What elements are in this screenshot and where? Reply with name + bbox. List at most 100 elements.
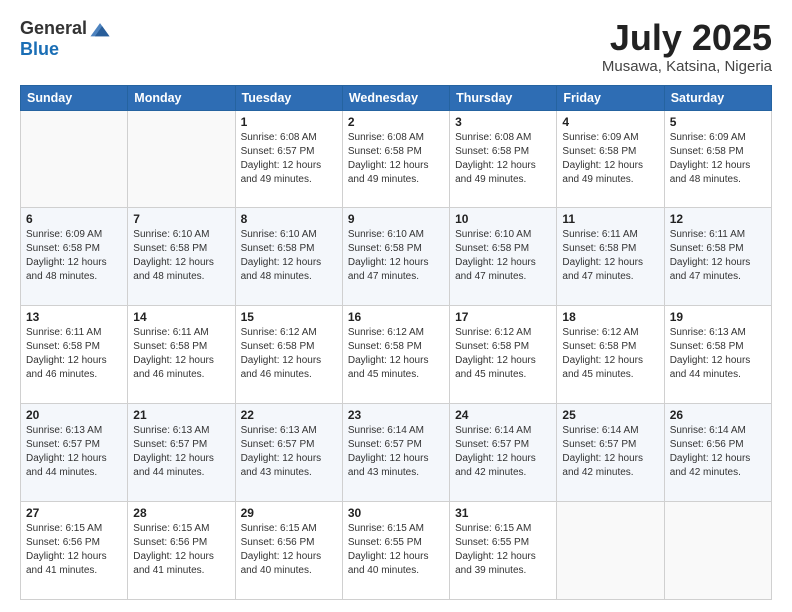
day-info: Sunrise: 6:13 AMSunset: 6:57 PMDaylight:… — [241, 424, 337, 480]
calendar-day-cell: 29 Sunrise: 6:15 AMSunset: 6:56 PMDayligh… — [235, 502, 342, 600]
calendar-week-row: 20 Sunrise: 6:13 AMSunset: 6:57 PMDayligh… — [21, 404, 772, 502]
calendar-day-cell — [21, 110, 128, 208]
logo-general-text: General — [20, 19, 87, 39]
calendar-day-cell: 14Sunrise: 6:11 AMSunset: 6:58 PMDayligh… — [128, 306, 235, 404]
day-info: Sunrise: 6:12 AMSunset: 6:58 PMDaylight:… — [241, 326, 337, 382]
calendar-weekday-header: Monday — [128, 85, 235, 110]
day-info: Sunrise: 6:14 AMSunset: 6:56 PMDaylight:… — [670, 424, 766, 480]
calendar-day-cell: 13 Sunrise: 6:11 AMSunset: 6:58 PMDayligh… — [21, 306, 128, 404]
calendar-day-cell: 7 Sunrise: 6:10 AMSunset: 6:58 PMDaylight… — [128, 208, 235, 306]
calendar-day-cell: 4 Sunrise: 6:09 AMSunset: 6:58 PMDaylight… — [557, 110, 664, 208]
calendar-day-cell: 17 Sunrise: 6:12 AMSunset: 6:58 PMDayligh… — [450, 306, 557, 404]
title-block: July 2025 Musawa, Katsina, Nigeria — [602, 18, 772, 75]
day-number: 10 — [455, 212, 551, 226]
calendar-day-cell: 31 Sunrise: 6:15 AMSunset: 6:55 PMDayligh… — [450, 502, 557, 600]
day-info: Sunrise: 6:15 AMSunset: 6:55 PMDaylight:… — [348, 522, 444, 578]
calendar-day-cell: 18Sunrise: 6:12 AMSunset: 6:58 PMDayligh… — [557, 306, 664, 404]
calendar-day-cell: 5Sunrise: 6:09 AMSunset: 6:58 PMDaylight… — [664, 110, 771, 208]
calendar-day-cell: 30Sunrise: 6:15 AMSunset: 6:55 PMDayligh… — [342, 502, 449, 600]
day-info: Sunrise: 6:09 AMSunset: 6:58 PMDaylight:… — [26, 228, 122, 284]
month-title: July 2025 — [602, 18, 772, 58]
logo: General Blue — [20, 18, 111, 60]
day-number: 18 — [562, 310, 658, 324]
calendar-header-row: SundayMondayTuesdayWednesdayThursdayFrid… — [21, 85, 772, 110]
day-info: Sunrise: 6:15 AMSunset: 6:56 PMDaylight:… — [241, 522, 337, 578]
day-number: 31 — [455, 506, 551, 520]
day-info: Sunrise: 6:14 AMSunset: 6:57 PMDaylight:… — [455, 424, 551, 480]
day-info: Sunrise: 6:08 AMSunset: 6:58 PMDaylight:… — [348, 131, 444, 187]
day-number: 28 — [133, 506, 229, 520]
calendar-day-cell: 16Sunrise: 6:12 AMSunset: 6:58 PMDayligh… — [342, 306, 449, 404]
calendar-day-cell: 22Sunrise: 6:13 AMSunset: 6:57 PMDayligh… — [235, 404, 342, 502]
day-number: 17 — [455, 310, 551, 324]
calendar-day-cell: 23Sunrise: 6:14 AMSunset: 6:57 PMDayligh… — [342, 404, 449, 502]
calendar-day-cell: 8 Sunrise: 6:10 AMSunset: 6:58 PMDaylight… — [235, 208, 342, 306]
calendar-week-row: 1Sunrise: 6:08 AMSunset: 6:57 PMDaylight… — [21, 110, 772, 208]
day-info: Sunrise: 6:15 AMSunset: 6:56 PMDaylight:… — [26, 522, 122, 578]
day-info: Sunrise: 6:13 AMSunset: 6:57 PMDaylight:… — [26, 424, 122, 480]
day-info: Sunrise: 6:12 AMSunset: 6:58 PMDaylight:… — [455, 326, 551, 382]
calendar-day-cell — [664, 502, 771, 600]
day-number: 24 — [455, 408, 551, 422]
day-info: Sunrise: 6:14 AMSunset: 6:57 PMDaylight:… — [348, 424, 444, 480]
page: General Blue July 2025 Musawa, Katsina, … — [0, 0, 792, 612]
day-number: 7 — [133, 212, 229, 226]
calendar-day-cell: 21 Sunrise: 6:13 AMSunset: 6:57 PMDayligh… — [128, 404, 235, 502]
header: General Blue July 2025 Musawa, Katsina, … — [20, 18, 772, 75]
day-info: Sunrise: 6:10 AMSunset: 6:58 PMDaylight:… — [133, 228, 229, 284]
calendar-week-row: 6 Sunrise: 6:09 AMSunset: 6:58 PMDaylight… — [21, 208, 772, 306]
day-info: Sunrise: 6:09 AMSunset: 6:58 PMDaylight:… — [562, 131, 658, 187]
calendar-day-cell: 28Sunrise: 6:15 AMSunset: 6:56 PMDayligh… — [128, 502, 235, 600]
day-number: 9 — [348, 212, 444, 226]
calendar-day-cell: 1Sunrise: 6:08 AMSunset: 6:57 PMDaylight… — [235, 110, 342, 208]
day-info: Sunrise: 6:10 AMSunset: 6:58 PMDaylight:… — [241, 228, 337, 284]
calendar-week-row: 13 Sunrise: 6:11 AMSunset: 6:58 PMDayligh… — [21, 306, 772, 404]
day-number: 2 — [348, 115, 444, 129]
calendar-day-cell: 15Sunrise: 6:12 AMSunset: 6:58 PMDayligh… — [235, 306, 342, 404]
day-number: 29 — [241, 506, 337, 520]
day-info: Sunrise: 6:10 AMSunset: 6:58 PMDaylight:… — [455, 228, 551, 284]
day-info: Sunrise: 6:12 AMSunset: 6:58 PMDaylight:… — [348, 326, 444, 382]
day-info: Sunrise: 6:11 AMSunset: 6:58 PMDaylight:… — [133, 326, 229, 382]
calendar-weekday-header: Tuesday — [235, 85, 342, 110]
calendar-day-cell: 24 Sunrise: 6:14 AMSunset: 6:57 PMDayligh… — [450, 404, 557, 502]
day-info: Sunrise: 6:08 AMSunset: 6:57 PMDaylight:… — [241, 131, 337, 187]
day-info: Sunrise: 6:11 AMSunset: 6:58 PMDaylight:… — [26, 326, 122, 382]
calendar-week-row: 27 Sunrise: 6:15 AMSunset: 6:56 PMDayligh… — [21, 502, 772, 600]
calendar-day-cell — [557, 502, 664, 600]
calendar-weekday-header: Friday — [557, 85, 664, 110]
calendar-day-cell: 6 Sunrise: 6:09 AMSunset: 6:58 PMDaylight… — [21, 208, 128, 306]
day-info: Sunrise: 6:10 AMSunset: 6:58 PMDaylight:… — [348, 228, 444, 284]
day-number: 20 — [26, 408, 122, 422]
calendar-day-cell: 26 Sunrise: 6:14 AMSunset: 6:56 PMDayligh… — [664, 404, 771, 502]
day-info: Sunrise: 6:15 AMSunset: 6:55 PMDaylight:… — [455, 522, 551, 578]
day-number: 8 — [241, 212, 337, 226]
day-number: 4 — [562, 115, 658, 129]
calendar-day-cell: 9 Sunrise: 6:10 AMSunset: 6:58 PMDaylight… — [342, 208, 449, 306]
day-info: Sunrise: 6:13 AMSunset: 6:57 PMDaylight:… — [133, 424, 229, 480]
day-info: Sunrise: 6:09 AMSunset: 6:58 PMDaylight:… — [670, 131, 766, 187]
calendar-day-cell — [128, 110, 235, 208]
calendar-day-cell: 3Sunrise: 6:08 AMSunset: 6:58 PMDaylight… — [450, 110, 557, 208]
calendar-day-cell: 27 Sunrise: 6:15 AMSunset: 6:56 PMDayligh… — [21, 502, 128, 600]
day-number: 19 — [670, 310, 766, 324]
calendar-table: SundayMondayTuesdayWednesdayThursdayFrid… — [20, 85, 772, 600]
calendar-day-cell: 11 Sunrise: 6:11 AMSunset: 6:58 PMDayligh… — [557, 208, 664, 306]
day-number: 21 — [133, 408, 229, 422]
calendar-weekday-header: Wednesday — [342, 85, 449, 110]
day-info: Sunrise: 6:11 AMSunset: 6:58 PMDaylight:… — [562, 228, 658, 284]
calendar-weekday-header: Sunday — [21, 85, 128, 110]
day-number: 11 — [562, 212, 658, 226]
day-number: 3 — [455, 115, 551, 129]
location: Musawa, Katsina, Nigeria — [602, 58, 772, 75]
day-info: Sunrise: 6:14 AMSunset: 6:57 PMDaylight:… — [562, 424, 658, 480]
calendar-day-cell: 20 Sunrise: 6:13 AMSunset: 6:57 PMDayligh… — [21, 404, 128, 502]
day-number: 6 — [26, 212, 122, 226]
day-number: 13 — [26, 310, 122, 324]
day-number: 25 — [562, 408, 658, 422]
calendar-day-cell: 2 Sunrise: 6:08 AMSunset: 6:58 PMDaylight… — [342, 110, 449, 208]
day-info: Sunrise: 6:13 AMSunset: 6:58 PMDaylight:… — [670, 326, 766, 382]
day-number: 26 — [670, 408, 766, 422]
day-number: 27 — [26, 506, 122, 520]
day-number: 12 — [670, 212, 766, 226]
